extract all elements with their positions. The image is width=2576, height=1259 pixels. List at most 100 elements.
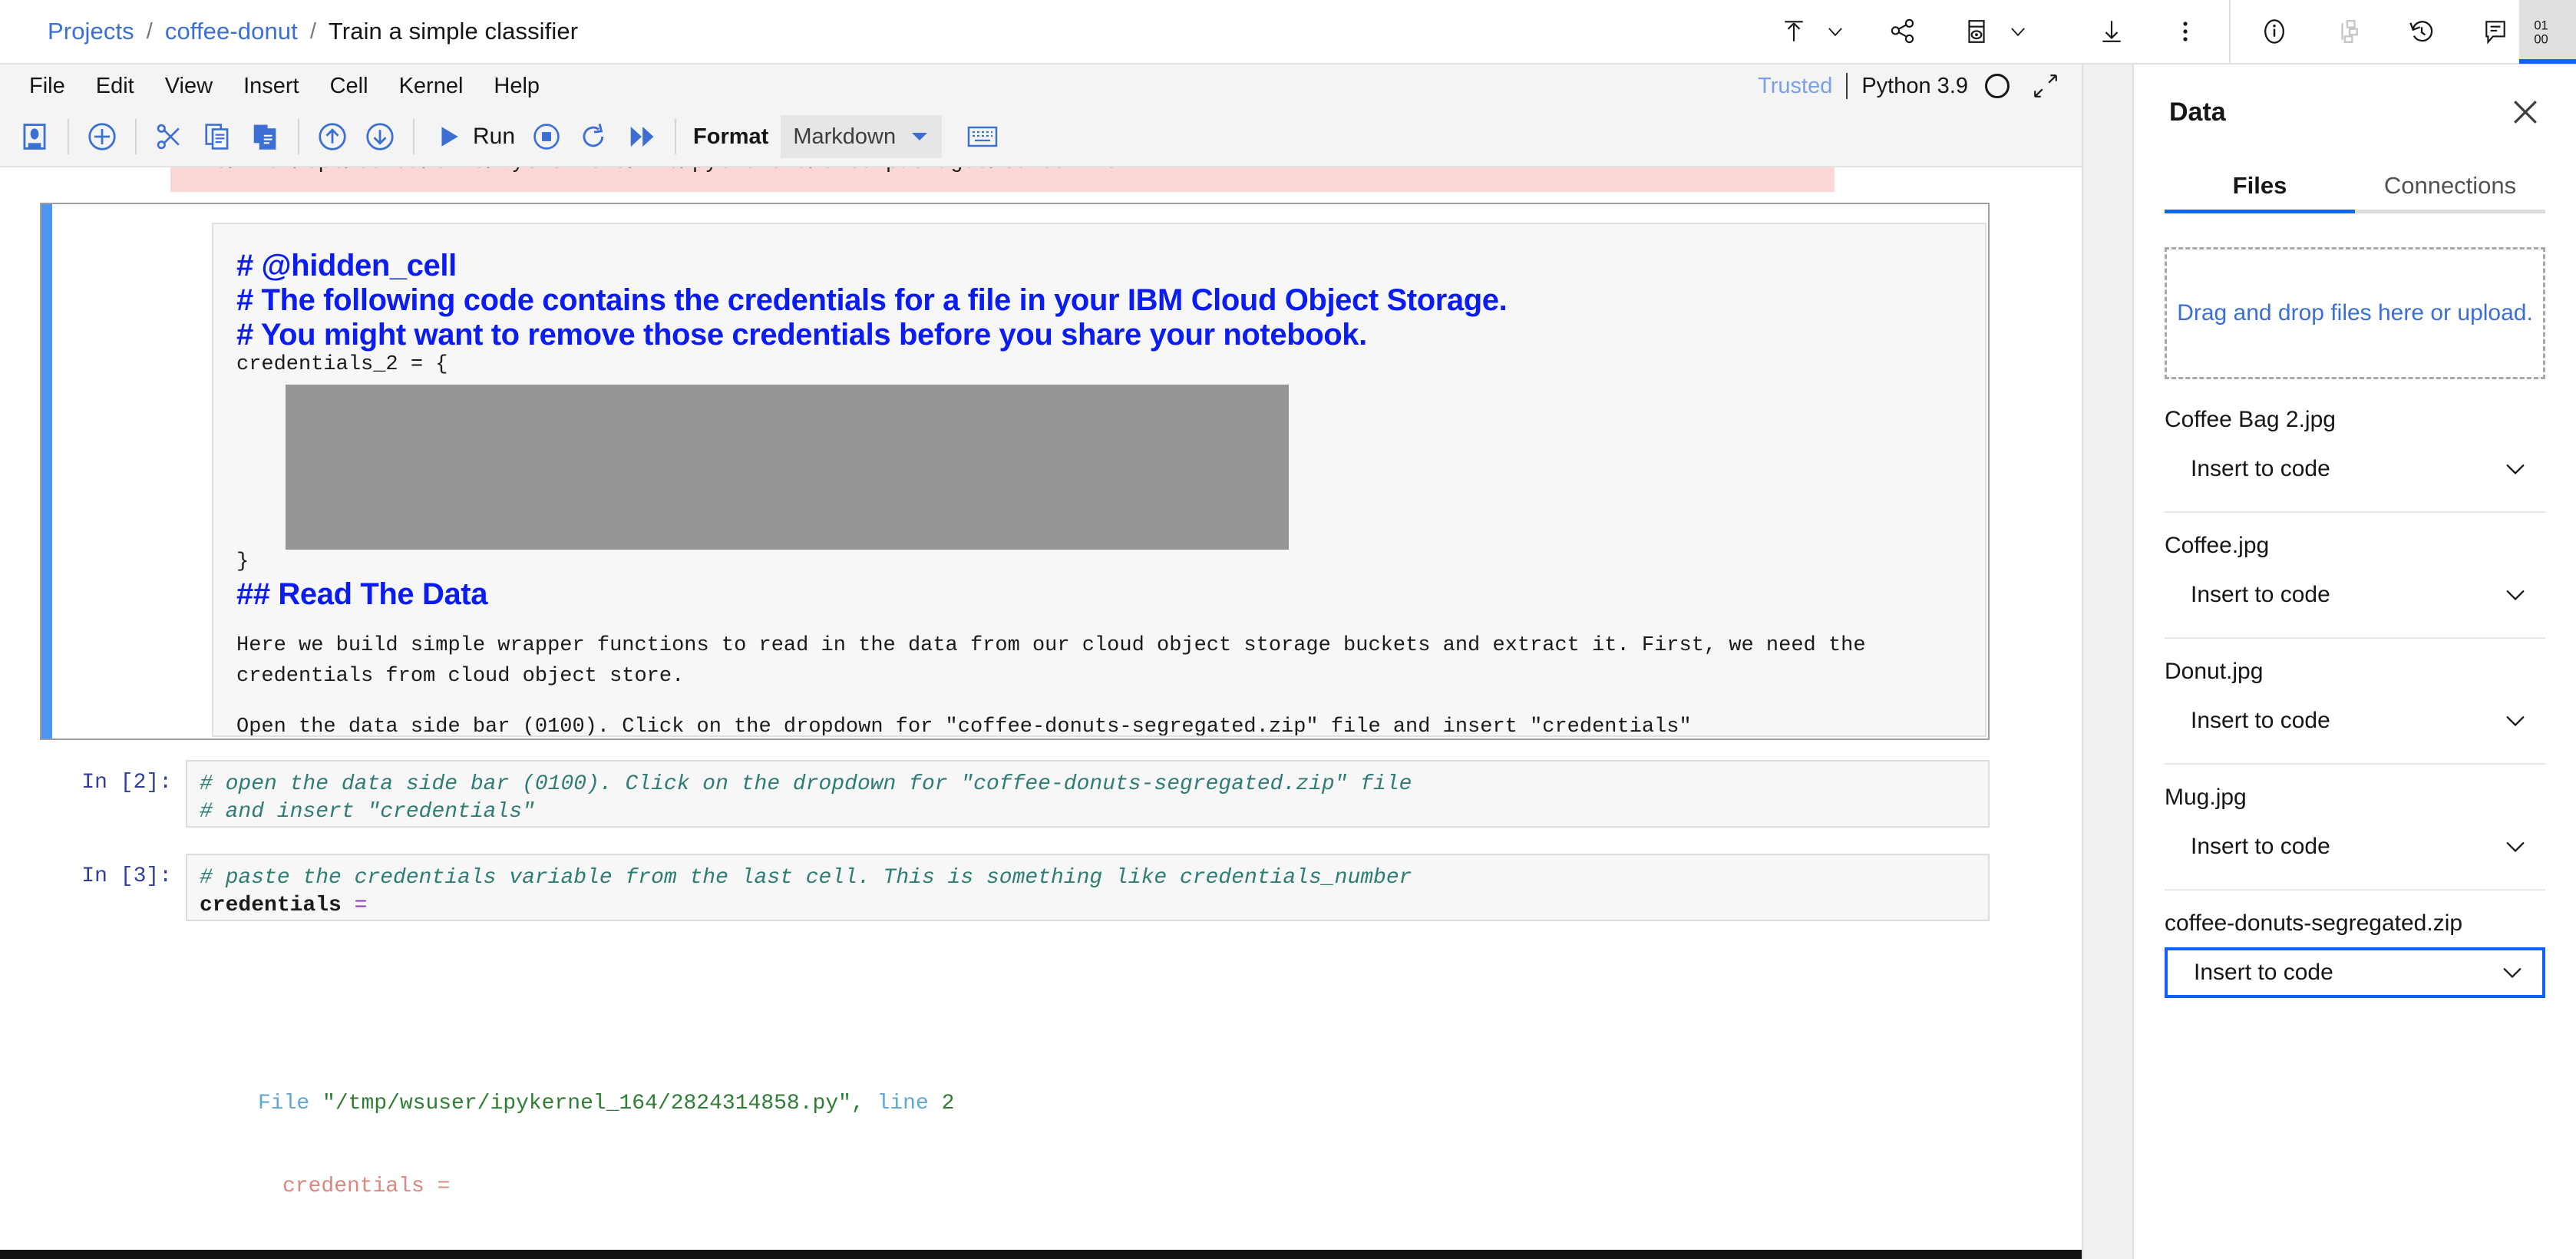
format-select[interactable]: Markdown — [781, 115, 942, 158]
notebook-preview-icon[interactable] — [1953, 0, 2000, 64]
run-button[interactable]: Run — [424, 124, 523, 150]
data-panel-tabs: Files Connections — [2165, 172, 2545, 213]
code-cell-2[interactable]: In [2]: # open the data side bar (0100).… — [40, 760, 1990, 828]
code-cell-3-editor[interactable]: # paste the credentials variable from th… — [186, 854, 1990, 921]
code-cell-3[interactable]: In [3]: # paste the credentials variable… — [40, 854, 1990, 921]
breadcrumb-projects[interactable]: Projects — [48, 18, 134, 45]
notebook-vertical-scrollbar[interactable] — [2065, 167, 2082, 1259]
file-name: Coffee Bag 2.jpg — [2165, 407, 2545, 433]
notebook-horizontal-scrollbar[interactable] — [0, 1250, 2082, 1259]
stop-icon[interactable] — [523, 113, 570, 160]
info-icon[interactable] — [2251, 0, 2298, 64]
list-item: coffee-donuts-segregated.zip Insert to c… — [2165, 910, 2545, 1015]
error-file-keyword: File — [258, 1092, 309, 1115]
share-icon[interactable] — [1879, 0, 1927, 64]
download-icon[interactable] — [2088, 0, 2135, 64]
insert-to-code-dropdown[interactable]: Insert to code — [2165, 821, 2545, 872]
error-source-line: credentials = — [215, 1173, 954, 1201]
svg-text:00: 00 — [2534, 32, 2548, 46]
header-divider — [2229, 0, 2231, 64]
preview-chevron-down-icon[interactable] — [2000, 0, 2036, 64]
add-cell-icon[interactable] — [78, 113, 126, 160]
menu-insert[interactable]: Insert — [228, 64, 315, 107]
breadcrumb-separator-2: / — [310, 19, 316, 45]
toolbar-divider-1 — [68, 119, 69, 154]
menu-kernel[interactable]: Kernel — [384, 64, 479, 107]
notebook-toolbar: Run Format — [0, 107, 2082, 167]
markdown-paragraph-1a: Here we build simple wrapper functions t… — [236, 634, 1866, 657]
markdown-read-the-data-heading: ## Read The Data — [236, 577, 1962, 612]
tab-connections[interactable]: Connections — [2355, 172, 2545, 213]
trusted-label: Trusted — [1758, 74, 1832, 99]
markdown-cell-body[interactable]: # @hidden_cell # The following code cont… — [212, 223, 1986, 737]
markdown-remove-credentials-line: # You might want to remove those credent… — [236, 318, 1962, 352]
close-icon[interactable] — [2510, 97, 2541, 127]
menu-cell[interactable]: Cell — [315, 64, 384, 107]
notebook-cells[interactable]: e/lib:/opt/conda/envs/Python-3.9/lib/pyt… — [0, 167, 2082, 1259]
insert-to-code-label: Insert to code — [2191, 582, 2330, 608]
error-line-keyword: line — [877, 1092, 929, 1115]
code-cell-2-editor[interactable]: # open the data side bar (0100). Click o… — [186, 760, 1990, 828]
markdown-credentials-warning-line: # The following code contains the creden… — [236, 283, 1962, 318]
data-panel-icon[interactable]: 01 00 — [2519, 0, 2576, 64]
file-name: coffee-donuts-segregated.zip — [2165, 910, 2545, 937]
toolbar-divider-5 — [675, 119, 676, 154]
status-divider — [1846, 73, 1848, 99]
data-panel: Data Files Connections Drag and drop fil… — [2132, 64, 2576, 1259]
code-cell-3-line-1: # paste the credentials variable from th… — [200, 864, 1976, 892]
markdown-paragraph-2: Open the data side bar (0100). Click on … — [236, 712, 1940, 737]
code-cell-2-line-1: # open the data side bar (0100). Click o… — [200, 771, 1976, 798]
keyboard-icon[interactable] — [959, 113, 1006, 160]
menu-file[interactable]: File — [14, 64, 81, 107]
restart-icon[interactable] — [570, 113, 618, 160]
insert-to-code-dropdown[interactable]: Insert to code — [2165, 696, 2545, 746]
list-item: Donut.jpg Insert to code — [2165, 659, 2545, 765]
schema-icon[interactable] — [2324, 0, 2372, 64]
menu-edit[interactable]: Edit — [81, 64, 150, 107]
insert-to-code-dropdown-focused[interactable]: Insert to code — [2165, 947, 2545, 998]
list-item: Coffee Bag 2.jpg Insert to code — [2165, 407, 2545, 513]
insert-to-code-dropdown[interactable]: Insert to code — [2165, 570, 2545, 620]
redacted-credentials-block — [286, 385, 1289, 550]
save-icon[interactable] — [11, 113, 58, 160]
toolbar-divider-3 — [298, 119, 299, 154]
upload-icon[interactable] — [1770, 0, 1818, 64]
markdown-credentials-close: } — [236, 550, 1962, 574]
toolbar-divider-4 — [413, 119, 414, 154]
file-dropzone[interactable]: Drag and drop files here or upload. — [2165, 247, 2545, 379]
history-icon[interactable] — [2398, 0, 2446, 64]
code-cell-3-operator: = — [355, 894, 368, 917]
move-up-icon[interactable] — [309, 113, 356, 160]
code-cell-2-prompt: In [2]: — [40, 760, 186, 795]
markdown-cell-selected[interactable]: # @hidden_cell # The following code cont… — [40, 203, 1990, 740]
list-item: Mug.jpg Insert to code — [2165, 785, 2545, 891]
breadcrumb-separator-1: / — [147, 19, 153, 45]
menu-view[interactable]: View — [150, 64, 228, 107]
header-toolbar: 01 00 — [1770, 0, 2576, 64]
paste-icon[interactable] — [241, 113, 289, 160]
app-header: Projects / coffee-donut / Train a simple… — [0, 0, 2576, 64]
data-panel-header: Data — [2134, 64, 2576, 127]
error-output: File "/tmp/wsuser/ipykernel_164/28243148… — [215, 1035, 954, 1259]
chevron-down-icon — [2504, 587, 2527, 603]
file-name: Donut.jpg — [2165, 659, 2545, 685]
tab-files[interactable]: Files — [2165, 172, 2355, 213]
upload-chevron-down-icon[interactable] — [1818, 0, 1853, 64]
cut-icon[interactable] — [146, 113, 193, 160]
menu-help[interactable]: Help — [478, 64, 555, 107]
file-dropzone-label: Drag and drop files here or upload. — [2177, 300, 2533, 326]
fast-forward-icon[interactable] — [618, 113, 665, 160]
copy-icon[interactable] — [193, 113, 241, 160]
toolbar-divider-2 — [135, 119, 137, 154]
insert-to-code-dropdown[interactable]: Insert to code — [2165, 444, 2545, 494]
comment-icon[interactable] — [2472, 0, 2519, 64]
code-cell-2-line-2: # and insert "credentials" — [200, 798, 1976, 826]
overflow-menu-icon[interactable] — [2162, 0, 2209, 64]
panel-gutter — [2082, 64, 2132, 1259]
code-cell-3-prompt: In [3]: — [40, 854, 186, 888]
move-down-icon[interactable] — [356, 113, 404, 160]
file-list: Coffee Bag 2.jpg Insert to code Coffee.j… — [2165, 407, 2545, 1015]
breadcrumb-project[interactable]: coffee-donut — [165, 18, 298, 45]
run-button-label: Run — [473, 124, 515, 150]
expand-icon[interactable] — [2033, 73, 2059, 99]
